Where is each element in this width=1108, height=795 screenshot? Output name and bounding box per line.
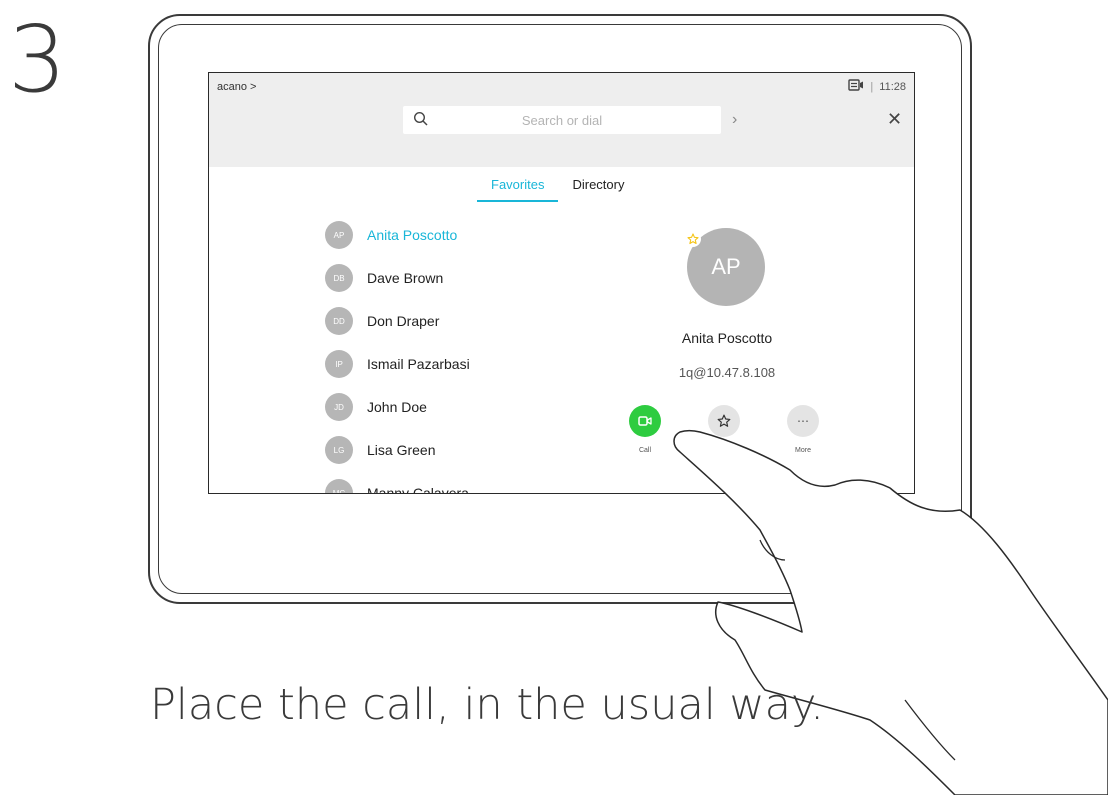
pointing-hand-illustration bbox=[673, 429, 1108, 795]
instruction-caption: Place the call, in the usual way. bbox=[150, 680, 824, 730]
